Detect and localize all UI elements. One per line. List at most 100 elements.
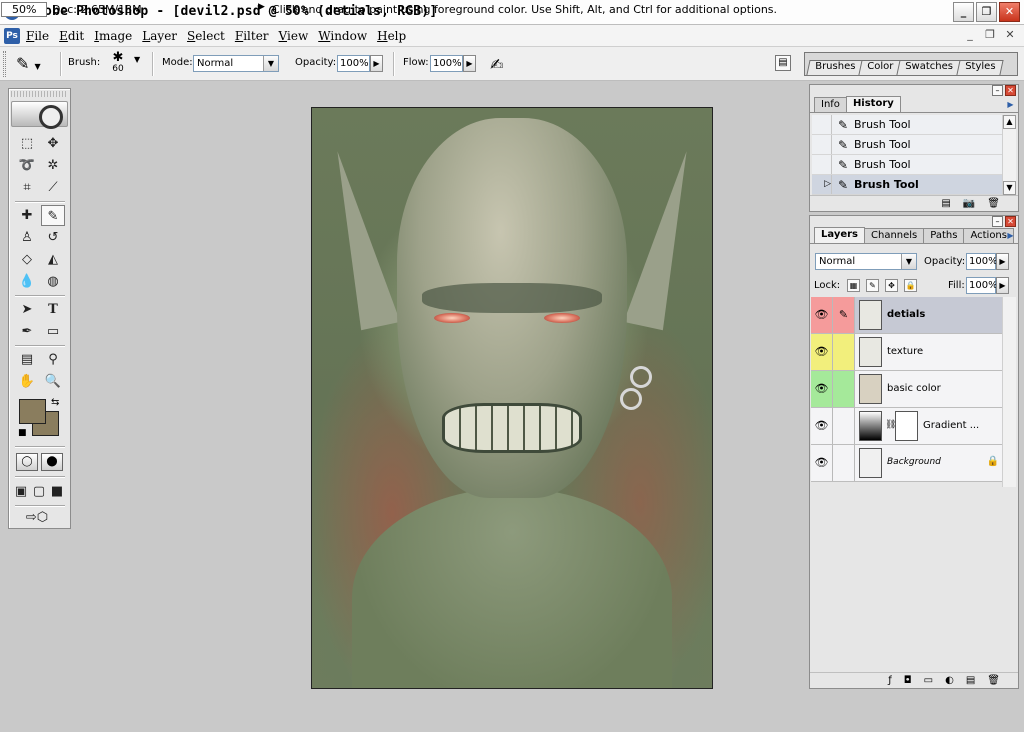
lock-image-icon[interactable]: ✎: [866, 279, 879, 292]
new-set-icon[interactable]: ▭: [924, 673, 933, 688]
tab-swatches[interactable]: Swatches: [896, 60, 962, 75]
menu-edit[interactable]: Edit: [59, 29, 84, 43]
palette-well-icon[interactable]: ▤: [775, 55, 791, 71]
tab-info[interactable]: Info: [814, 97, 847, 112]
panel-minimize-button[interactable]: –: [992, 216, 1003, 227]
panel-menu-icon[interactable]: ▶: [1005, 230, 1016, 241]
healing-brush-icon[interactable]: ✚: [15, 205, 39, 226]
path-select-icon[interactable]: ➤: [15, 299, 39, 320]
menu-image[interactable]: Image: [94, 29, 132, 43]
layer-row-background[interactable]: 👁 Background 🔒: [811, 445, 1003, 482]
tab-history[interactable]: History: [845, 96, 901, 112]
lasso-tool-icon[interactable]: ➰: [15, 155, 39, 176]
eye-icon[interactable]: 👁: [811, 334, 833, 370]
tab-brushes[interactable]: Brushes: [806, 60, 864, 75]
brush-link-icon[interactable]: ✎: [833, 297, 855, 333]
layer-style-icon[interactable]: ƒ: [888, 673, 892, 688]
blur-tool-icon[interactable]: 💧: [15, 271, 39, 292]
lock-position-icon[interactable]: ✥: [885, 279, 898, 292]
flow-input[interactable]: 100%: [430, 55, 463, 72]
zoom-field[interactable]: 50%: [1, 2, 47, 17]
menu-select[interactable]: Select: [187, 29, 225, 43]
panel-minimize-button[interactable]: –: [992, 85, 1003, 96]
tab-layers[interactable]: Layers: [814, 227, 865, 243]
layer-opacity-slider-toggle[interactable]: ▶: [996, 253, 1009, 270]
opacity-input[interactable]: 100%: [337, 55, 370, 72]
link-slot[interactable]: [833, 371, 855, 407]
flow-slider-toggle[interactable]: ▶: [463, 55, 476, 72]
eyedropper-icon[interactable]: ⚲: [41, 349, 65, 370]
minimize-button[interactable]: _: [953, 2, 974, 22]
blend-mode-select[interactable]: Normal ▼: [815, 253, 917, 270]
history-item-selected[interactable]: ▷ ✎ Brush Tool: [812, 175, 1004, 195]
menu-file[interactable]: File: [26, 29, 49, 43]
tab-styles[interactable]: Styles: [956, 60, 1005, 75]
layer-row-detials[interactable]: 👁 ✎ detials: [811, 297, 1003, 334]
history-brush-icon[interactable]: ↺: [41, 227, 65, 248]
airbrush-icon[interactable]: ✍: [490, 55, 503, 74]
zoom-tool-icon[interactable]: 🔍: [41, 371, 65, 392]
screen-mode-standard-icon[interactable]: ▣: [12, 481, 30, 502]
panel-close-button[interactable]: ✕: [1005, 85, 1016, 96]
tab-color[interactable]: Color: [858, 60, 902, 75]
tab-paths[interactable]: Paths: [923, 228, 965, 243]
add-mask-icon[interactable]: ◘: [904, 673, 912, 688]
notes-tool-icon[interactable]: ▤: [15, 349, 39, 370]
link-slot[interactable]: [833, 334, 855, 370]
dodge-tool-icon[interactable]: ◍: [41, 271, 65, 292]
crop-tool-icon[interactable]: ⌗: [15, 177, 39, 198]
shape-tool-icon[interactable]: ▭: [41, 321, 65, 342]
slice-tool-icon[interactable]: ⟋: [41, 177, 65, 198]
eraser-tool-icon[interactable]: ◇: [15, 249, 39, 270]
doc-minimize-button[interactable]: _: [962, 28, 978, 41]
lock-transparency-icon[interactable]: ▦: [847, 279, 860, 292]
quick-mask-icon[interactable]: ⬤: [41, 453, 63, 471]
clone-stamp-icon[interactable]: ♙: [15, 227, 39, 248]
history-scrollbar[interactable]: ▲ ▼: [1002, 115, 1016, 195]
jump-to-imageready-icon[interactable]: ⇨⬡: [15, 507, 59, 528]
document-icon[interactable]: Ps: [4, 28, 20, 44]
link-slot[interactable]: [833, 408, 855, 444]
options-grip[interactable]: [3, 51, 6, 77]
close-button[interactable]: ✕: [999, 2, 1020, 22]
marquee-tool-icon[interactable]: ⬚: [15, 133, 39, 154]
hand-tool-icon[interactable]: ✋: [15, 371, 39, 392]
panel-menu-icon[interactable]: ▶: [1005, 99, 1016, 110]
swap-colors-icon[interactable]: ⇆: [51, 397, 59, 408]
history-item[interactable]: ✎ Brush Tool: [812, 155, 1004, 175]
new-document-from-state-icon[interactable]: ▤: [941, 196, 950, 211]
lock-all-icon[interactable]: 🔒: [904, 279, 917, 292]
screen-mode-full-icon[interactable]: ■: [48, 481, 66, 502]
layer-row-texture[interactable]: 👁 texture: [811, 334, 1003, 371]
fill-input[interactable]: 100%: [966, 277, 998, 294]
scroll-down-icon[interactable]: ▼: [1003, 181, 1016, 195]
snapshot-icon[interactable]: 📷: [963, 196, 975, 211]
adjustment-layer-icon[interactable]: ◐: [945, 673, 954, 688]
restore-button[interactable]: ❐: [976, 2, 997, 22]
eye-icon[interactable]: 👁: [811, 408, 833, 444]
layers-scrollbar[interactable]: [1002, 297, 1016, 487]
tab-channels[interactable]: Channels: [864, 228, 925, 243]
trash-icon[interactable]: 🗑: [987, 673, 1000, 688]
eye-icon[interactable]: 👁: [811, 371, 833, 407]
pen-tool-icon[interactable]: ✒: [15, 321, 39, 342]
menu-layer[interactable]: Layer: [142, 29, 177, 43]
foreground-color-swatch[interactable]: [19, 399, 46, 424]
new-layer-icon[interactable]: ▤: [966, 673, 975, 688]
toolbox-grip[interactable]: [11, 91, 68, 97]
tool-preset-picker[interactable]: ✎ ▼: [16, 55, 52, 73]
doc-close-button[interactable]: ✕: [1002, 28, 1018, 41]
type-tool-icon[interactable]: T: [41, 299, 65, 320]
opacity-slider-toggle[interactable]: ▶: [370, 55, 383, 72]
scroll-up-icon[interactable]: ▲: [1003, 115, 1016, 129]
status-menu-icon[interactable]: ▶: [258, 2, 265, 12]
magic-wand-icon[interactable]: ✲: [41, 155, 65, 176]
eye-icon[interactable]: 👁: [811, 445, 833, 481]
paint-bucket-icon[interactable]: ◭: [41, 249, 65, 270]
layer-opacity-input[interactable]: 100%: [966, 253, 998, 270]
menu-view[interactable]: View: [279, 29, 309, 43]
screen-mode-menu-icon[interactable]: ▢: [30, 481, 48, 502]
move-tool-icon[interactable]: ✥: [41, 133, 65, 154]
menu-filter[interactable]: Filter: [235, 29, 269, 43]
menu-help[interactable]: Help: [377, 29, 406, 43]
